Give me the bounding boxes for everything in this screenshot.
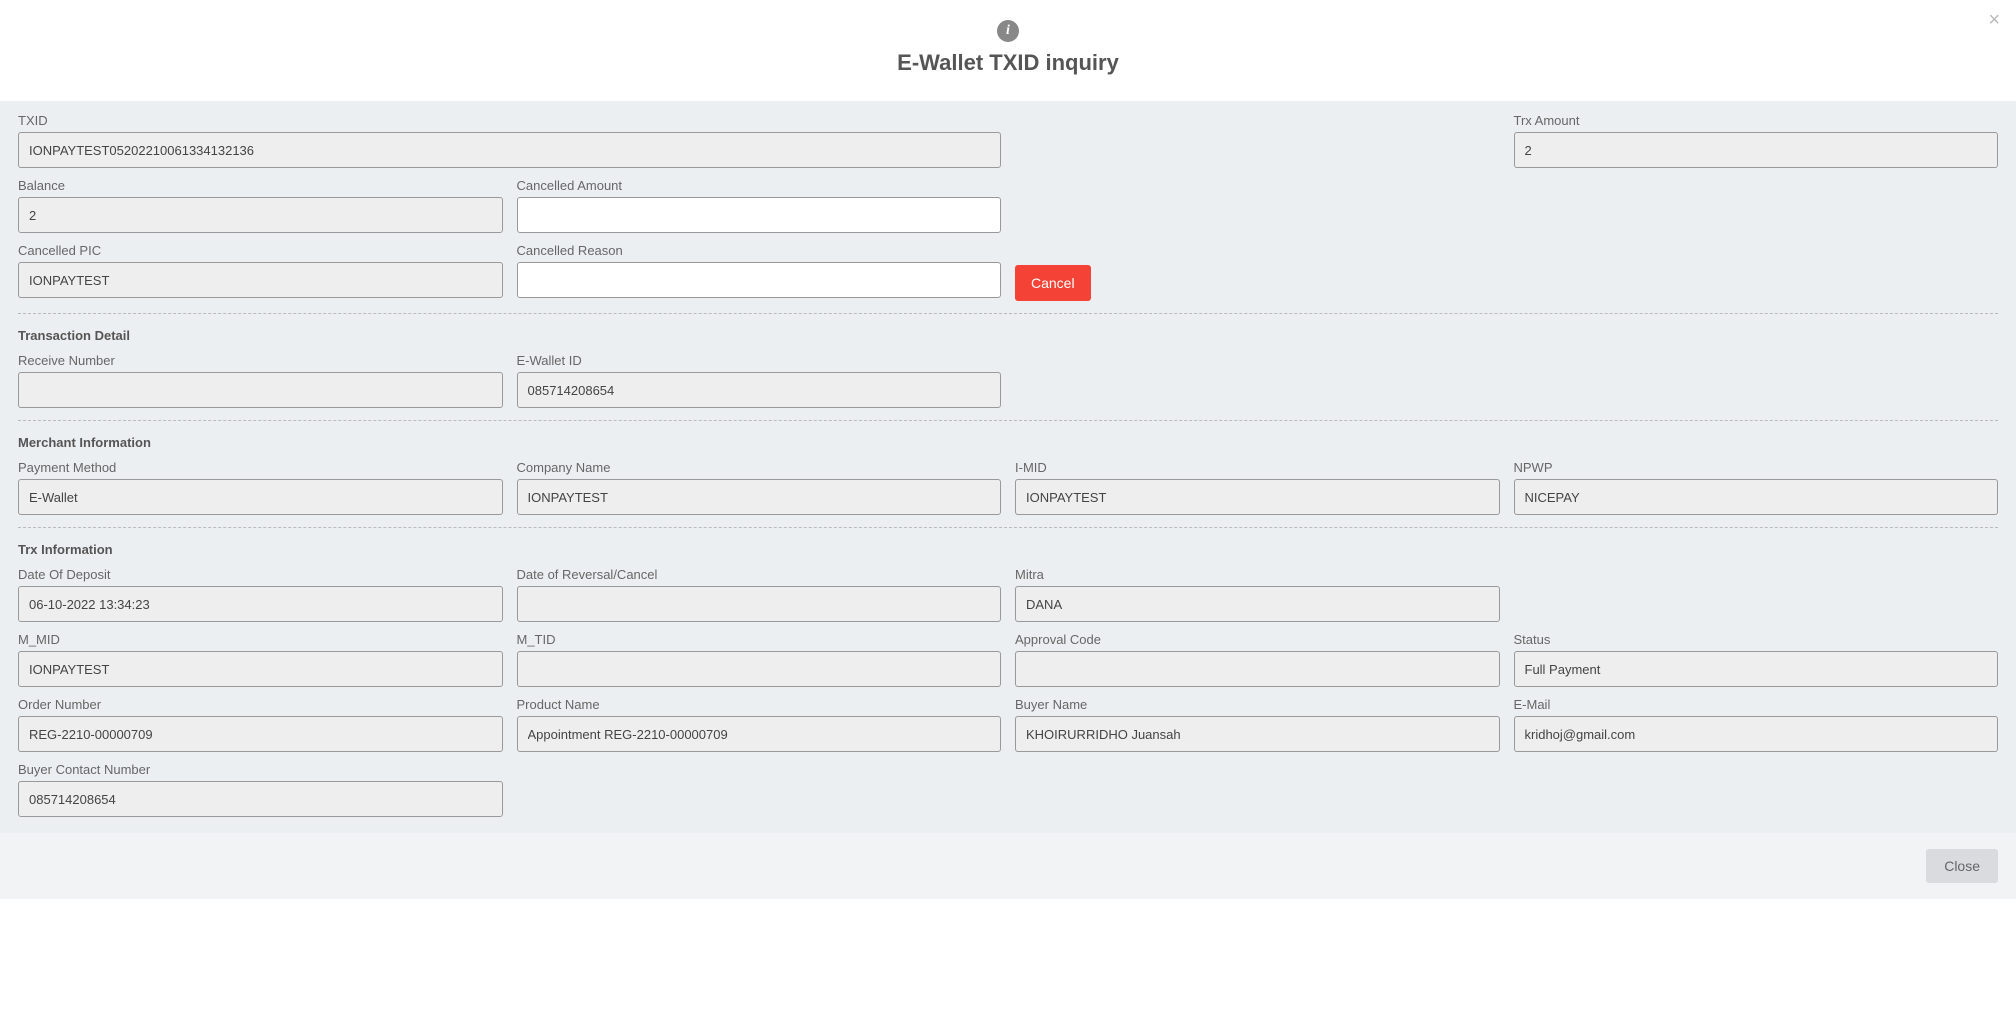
mitra-input (1015, 586, 1500, 622)
company-name-label: Company Name (517, 460, 1002, 475)
imid-label: I-MID (1015, 460, 1500, 475)
field-receive-number: Receive Number (18, 353, 503, 408)
status-input (1514, 651, 1999, 687)
field-email: E-Mail (1514, 697, 1999, 752)
field-buyer-name: Buyer Name (1015, 697, 1500, 752)
product-name-label: Product Name (517, 697, 1002, 712)
buyer-name-label: Buyer Name (1015, 697, 1500, 712)
m-tid-input (517, 651, 1002, 687)
field-m-mid: M_MID (18, 632, 503, 687)
product-name-input (517, 716, 1002, 752)
trx-amount-label: Trx Amount (1514, 113, 1999, 128)
date-of-deposit-label: Date Of Deposit (18, 567, 503, 582)
cancelled-pic-input (18, 262, 503, 298)
field-buyer-contact: Buyer Contact Number (18, 762, 503, 817)
order-number-input (18, 716, 503, 752)
payment-method-label: Payment Method (18, 460, 503, 475)
cancelled-amount-label: Cancelled Amount (517, 178, 1002, 193)
section-transaction-detail: Transaction Detail (18, 324, 1998, 343)
info-icon: i (997, 20, 1019, 42)
section-trx-information: Trx Information (18, 538, 1998, 557)
date-of-reversal-input (517, 586, 1002, 622)
field-date-of-reversal: Date of Reversal/Cancel (517, 567, 1002, 622)
balance-label: Balance (18, 178, 503, 193)
field-mitra: Mitra (1015, 567, 1500, 622)
approval-code-input (1015, 651, 1500, 687)
section-merchant-information: Merchant Information (18, 431, 1998, 450)
field-imid: I-MID (1015, 460, 1500, 515)
field-txid: TXID (18, 113, 1001, 168)
company-name-input (517, 479, 1002, 515)
m-tid-label: M_TID (517, 632, 1002, 647)
imid-input (1015, 479, 1500, 515)
field-status: Status (1514, 632, 1999, 687)
email-label: E-Mail (1514, 697, 1999, 712)
divider (18, 420, 1998, 421)
field-cancelled-amount: Cancelled Amount (517, 178, 1002, 233)
modal-title: E-Wallet TXID inquiry (20, 50, 1996, 76)
buyer-contact-label: Buyer Contact Number (18, 762, 503, 777)
close-button[interactable]: Close (1926, 849, 1998, 883)
field-m-tid: M_TID (517, 632, 1002, 687)
field-trx-amount: Trx Amount (1514, 113, 1999, 168)
txid-label: TXID (18, 113, 1001, 128)
cancelled-reason-label: Cancelled Reason (517, 243, 1002, 258)
field-cancelled-reason: Cancelled Reason (517, 243, 1002, 301)
ewallet-id-input (517, 372, 1002, 408)
date-of-reversal-label: Date of Reversal/Cancel (517, 567, 1002, 582)
close-icon[interactable]: × (1988, 10, 2000, 30)
divider (18, 313, 1998, 314)
txid-input (18, 132, 1001, 168)
mitra-label: Mitra (1015, 567, 1500, 582)
payment-method-input (18, 479, 503, 515)
divider (18, 527, 1998, 528)
balance-input (18, 197, 503, 233)
cancelled-pic-label: Cancelled PIC (18, 243, 503, 258)
trx-amount-input (1514, 132, 1999, 168)
field-date-of-deposit: Date Of Deposit (18, 567, 503, 622)
m-mid-input (18, 651, 503, 687)
receive-number-label: Receive Number (18, 353, 503, 368)
field-balance: Balance (18, 178, 503, 233)
cancel-button[interactable]: Cancel (1015, 265, 1091, 301)
email-input (1514, 716, 1999, 752)
field-npwp: NPWP (1514, 460, 1999, 515)
npwp-label: NPWP (1514, 460, 1999, 475)
modal-body: TXID Trx Amount Balance Cancelled Amount… (0, 101, 2016, 833)
field-product-name: Product Name (517, 697, 1002, 752)
receive-number-input (18, 372, 503, 408)
cancelled-reason-input[interactable] (517, 262, 1002, 298)
ewallet-id-label: E-Wallet ID (517, 353, 1002, 368)
field-approval-code: Approval Code (1015, 632, 1500, 687)
buyer-contact-input (18, 781, 503, 817)
modal-footer: Close (0, 833, 2016, 899)
status-label: Status (1514, 632, 1999, 647)
npwp-input (1514, 479, 1999, 515)
field-order-number: Order Number (18, 697, 503, 752)
approval-code-label: Approval Code (1015, 632, 1500, 647)
order-number-label: Order Number (18, 697, 503, 712)
m-mid-label: M_MID (18, 632, 503, 647)
field-ewallet-id: E-Wallet ID (517, 353, 1002, 408)
field-company-name: Company Name (517, 460, 1002, 515)
date-of-deposit-input (18, 586, 503, 622)
field-cancelled-pic: Cancelled PIC (18, 243, 503, 301)
cancelled-amount-input[interactable] (517, 197, 1002, 233)
modal-header: × i E-Wallet TXID inquiry (0, 0, 2016, 101)
field-payment-method: Payment Method (18, 460, 503, 515)
buyer-name-input (1015, 716, 1500, 752)
